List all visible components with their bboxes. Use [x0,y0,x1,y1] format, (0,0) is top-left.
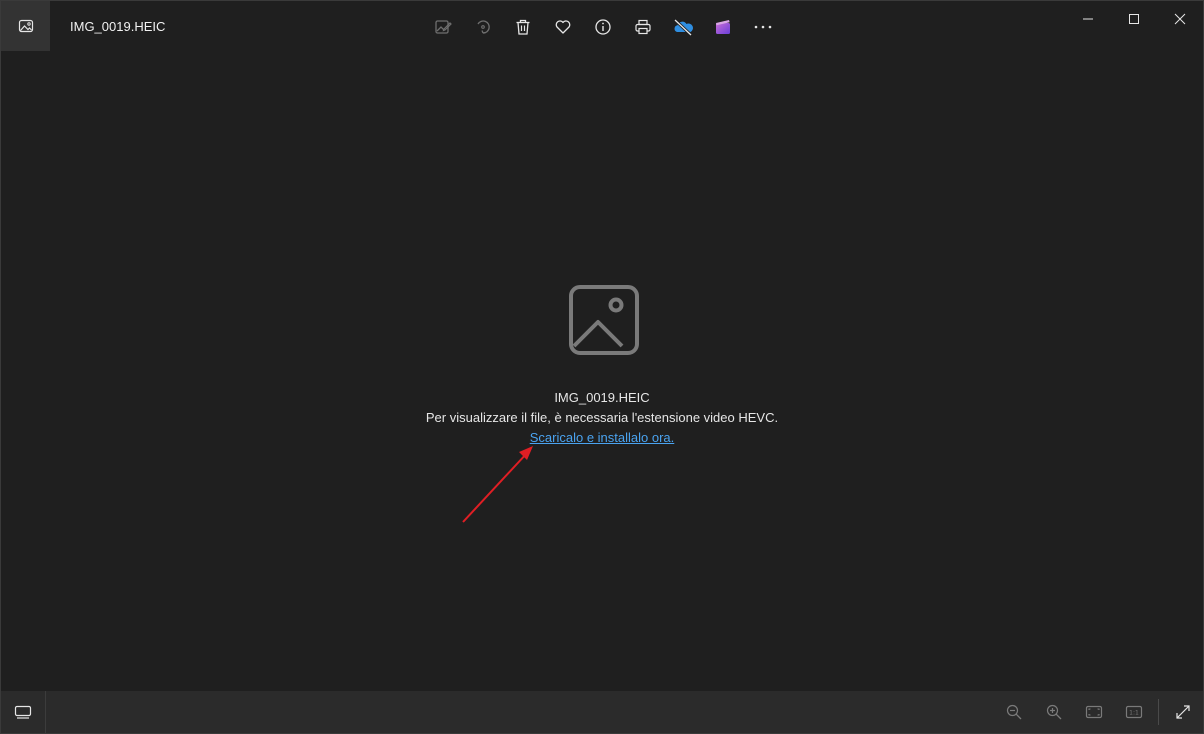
download-link-container: Scaricalo e installalo ora. [1,430,1203,445]
onedrive-offline-icon [673,18,693,36]
info-icon [595,19,611,35]
photos-app-icon [18,19,33,33]
image-viewer-area: IMG_0019.HEIC Per visualizzare il file, … [1,51,1203,691]
edit-image-button[interactable] [423,7,463,47]
fullscreen-button[interactable] [1163,691,1203,733]
maximize-icon [1129,14,1139,24]
annotation-arrow-icon [462,446,533,523]
favorite-button[interactable] [543,7,583,47]
more-options-button[interactable] [743,7,783,47]
fit-to-window-icon [1085,705,1103,719]
delete-icon [516,19,530,35]
download-install-link[interactable]: Scaricalo e installalo ora. [530,430,675,445]
zoom-out-button[interactable] [994,691,1034,733]
window-controls [1065,1,1203,37]
photos-app-window: IMG_0019.HEIC IMG_0019.HEIC Per visualiz… [0,0,1204,734]
close-button[interactable] [1157,1,1203,37]
image-placeholder-icon [569,285,639,355]
actual-size-label: 1:1 [1129,710,1139,717]
maximize-button[interactable] [1111,1,1157,37]
zoom-controls: 1:1 [994,691,1203,733]
actual-size-button[interactable]: 1:1 [1114,691,1154,733]
onedrive-button[interactable] [663,7,703,47]
delete-button[interactable] [503,7,543,47]
video-editor-icon [716,20,730,34]
title-bar: IMG_0019.HEIC [1,1,1203,51]
print-button[interactable] [623,7,663,47]
fullscreen-icon [1176,705,1190,719]
zoom-out-icon [1006,704,1022,720]
bottom-separator [1158,699,1159,725]
filmstrip-button[interactable] [1,691,46,733]
photos-app-button[interactable] [1,1,50,51]
close-icon [1174,13,1186,25]
filmstrip-icon [14,705,32,719]
rotate-icon [477,20,490,34]
zoom-in-button[interactable] [1034,691,1074,733]
file-name-label: IMG_0019.HEIC [554,390,650,405]
minimize-icon [1083,18,1093,20]
bottom-bar: 1:1 [1,691,1203,733]
window-title: IMG_0019.HEIC [70,19,166,34]
rotate-button[interactable] [463,7,503,47]
edit-image-icon [435,20,452,34]
favorite-heart-icon [555,20,571,34]
fit-to-window-button[interactable] [1074,691,1114,733]
minimize-button[interactable] [1065,1,1111,37]
video-editor-button[interactable] [703,7,743,47]
info-button[interactable] [583,7,623,47]
actual-size-icon: 1:1 [1125,705,1143,719]
zoom-in-icon [1046,704,1062,720]
more-options-icon [754,25,772,29]
hevc-required-message: Per visualizzare il file, è necessaria l… [425,410,779,425]
print-icon [635,19,651,35]
top-toolbar [423,7,783,47]
